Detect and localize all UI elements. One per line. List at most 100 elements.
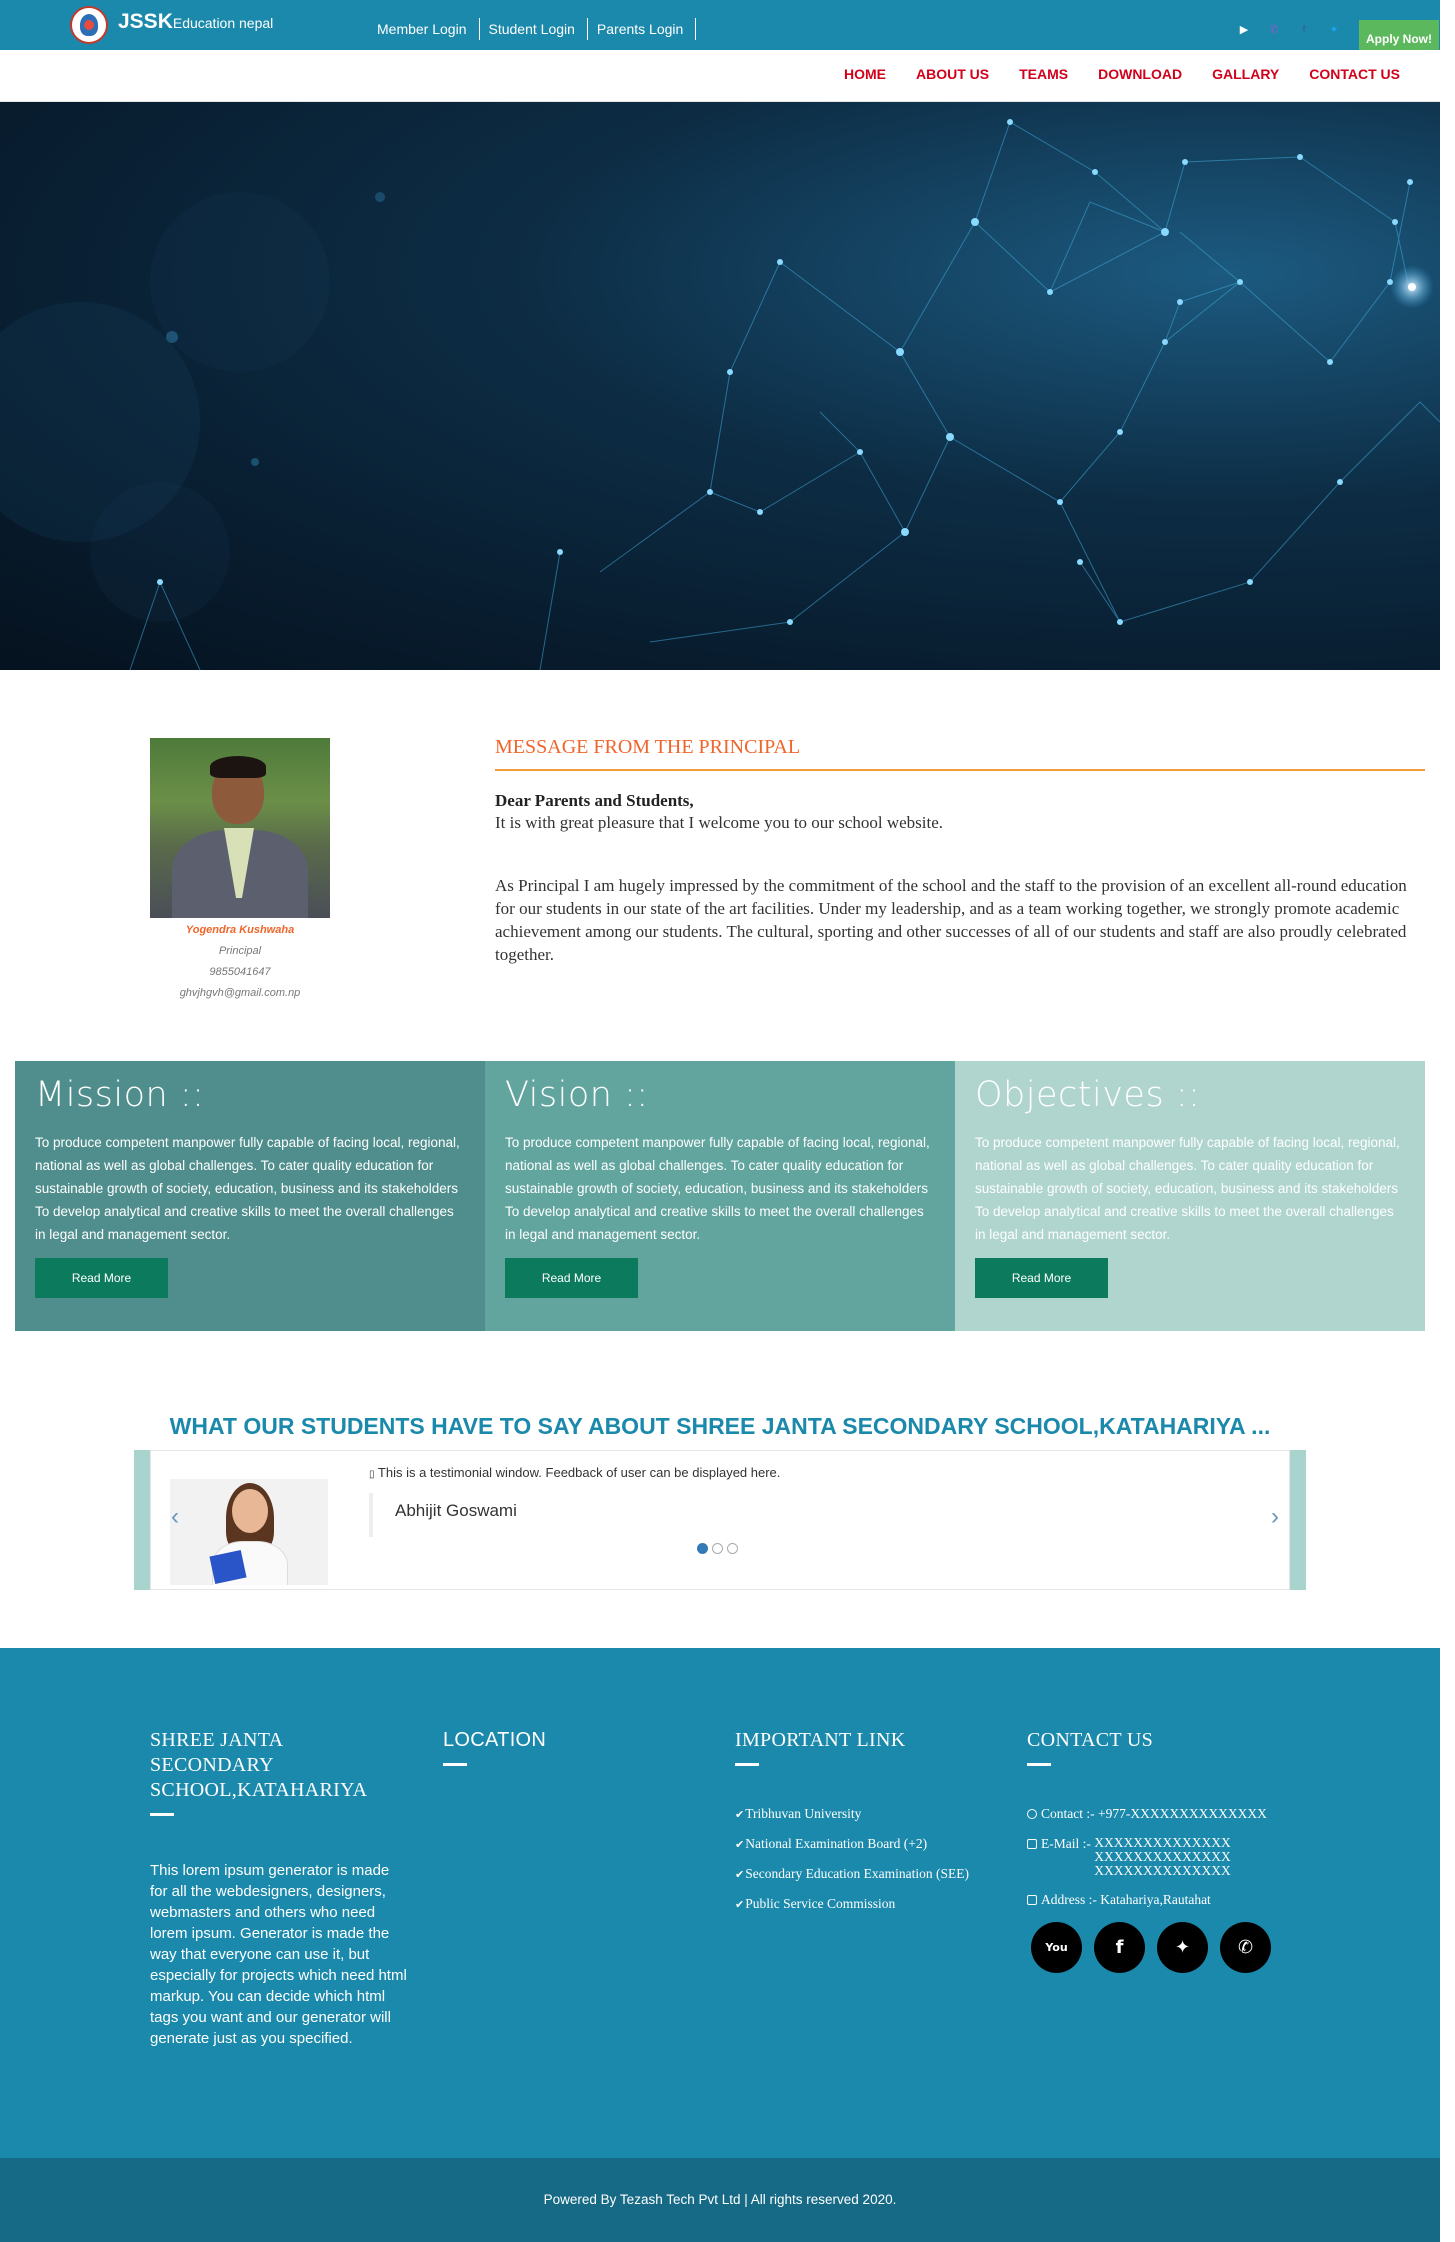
parents-login-link[interactable]: Parents Login (588, 18, 697, 40)
mission-read-more-button[interactable]: Read More (35, 1258, 168, 1298)
principal-message: MESSAGE FROM THE PRINCIPAL Dear Parents … (495, 736, 1425, 966)
carousel-prev-icon[interactable]: ‹ (171, 1503, 179, 1531)
carousel-dot[interactable] (727, 1543, 738, 1554)
check-icon: ✔ (735, 1838, 745, 1851)
principal-phone: 9855041647 (209, 966, 271, 978)
viber-icon[interactable]: ✆ (1266, 22, 1282, 38)
message-line-1: It is with great pleasure that I welcome… (495, 813, 944, 832)
message-line-2: As Principal I am hugely impressed by th… (495, 876, 1407, 964)
link-label: Tribhuvan University (745, 1806, 862, 1821)
footer-about: SHREE JANTA SECONDARY SCHOOL,KATAHARIYA … (150, 1728, 410, 2049)
principal-card: Yogendra Kushwaha Principal 9855041647 g… (150, 738, 330, 999)
link-label: Secondary Education Examination (SEE) (745, 1866, 970, 1881)
footer-contact: CONTACT US Contact :- +977-XXXXXXXXXXXXX… (1027, 1728, 1327, 1973)
testimonial-quote-text: This is a testimonial window. Feedback o… (377, 1465, 781, 1480)
whatsapp-small-icon (1027, 1809, 1037, 1819)
principal-email: ghvjhgvh@gmail.com.np (179, 987, 301, 999)
student-login-link[interactable]: Student Login (480, 18, 588, 40)
email-list: XXXXXXXXXXXXXX XXXXXXXXXXXXXX XXXXXXXXXX… (1094, 1836, 1231, 1878)
nav-gallary[interactable]: GALLARY (1212, 66, 1279, 82)
link-tribhuvan-university[interactable]: ✔Tribhuvan University (735, 1806, 1015, 1822)
twitter-icon[interactable]: ✦ (1326, 22, 1342, 38)
quote-icon: ▯ (369, 1469, 375, 1480)
link-see[interactable]: ✔Secondary Education Examination (SEE) (735, 1866, 1015, 1882)
network-graphic (0, 119, 1440, 670)
check-icon: ✔ (735, 1898, 745, 1911)
testimonials-title: WHAT OUR STUDENTS HAVE TO SAY ABOUT SHRE… (169, 1413, 1271, 1439)
footer-social-icons: You f ✦ ✆ (1031, 1922, 1327, 1973)
footer-links-title: IMPORTANT LINK (735, 1729, 906, 1751)
mission-text: To produce competent manpower fully capa… (35, 1135, 460, 1242)
objectives-read-more-button[interactable]: Read More (975, 1258, 1108, 1298)
mission-title: Mission :: (35, 1075, 205, 1115)
facebook-icon[interactable]: f (1296, 22, 1312, 38)
footer-about-text: This lorem ipsum generator is made for a… (150, 1862, 407, 2047)
email-value[interactable]: XXXXXXXXXXXXXX (1094, 1850, 1231, 1864)
check-icon: ✔ (735, 1808, 745, 1821)
link-label: National Examination Board (+2) (745, 1836, 928, 1851)
email-value[interactable]: XXXXXXXXXXXXXX (1094, 1836, 1231, 1850)
principal-name: Yogendra Kushwaha (185, 924, 295, 936)
link-psc[interactable]: ✔Public Service Commission (735, 1896, 1015, 1912)
email-label: E-Mail :- (1041, 1836, 1091, 1851)
important-links-list: ✔Tribhuvan University ✔National Examinat… (735, 1806, 1015, 1912)
nav-about-us[interactable]: ABOUT US (916, 66, 989, 82)
main-nav: HOME ABOUT US TEAMS DOWNLOAD GALLARY CON… (0, 50, 1440, 102)
nav-download[interactable]: DOWNLOAD (1098, 66, 1182, 82)
divider (1027, 1763, 1051, 1766)
objectives-box: Objectives :: To produce competent manpo… (955, 1061, 1425, 1331)
objectives-title: Objectives :: (975, 1075, 1201, 1115)
login-links: Member Login Student Login Parents Login (368, 18, 697, 40)
email-icon (1027, 1839, 1037, 1849)
copyright-bar: Powered By Tezash Tech Pvt Ltd | All rig… (0, 2158, 1440, 2242)
principal-role: Principal (218, 945, 262, 957)
footer-links: IMPORTANT LINK ✔Tribhuvan University ✔Na… (735, 1728, 1015, 1926)
hero-banner (0, 102, 1440, 670)
nav-home[interactable]: HOME (844, 66, 886, 82)
top-bar: JSSKEducation nepal Member Login Student… (0, 0, 1440, 50)
brand-sub: Education nepal (172, 15, 274, 31)
student-photo (170, 1479, 328, 1585)
facebook-icon[interactable]: f (1094, 1922, 1145, 1973)
mission-vision-objectives: Mission :: To produce competent manpower… (15, 1061, 1425, 1331)
nav-teams[interactable]: TEAMS (1019, 66, 1068, 82)
contact-phone-text: Contact :- +977-XXXXXXXXXXXXXX (1041, 1806, 1267, 1821)
divider (735, 1763, 759, 1766)
contact-phone: Contact :- +977-XXXXXXXXXXXXXX (1027, 1806, 1327, 1822)
whatsapp-icon[interactable]: ✆ (1220, 1922, 1271, 1973)
principal-photo (150, 738, 330, 918)
brand-main: JSSK (118, 10, 173, 33)
apply-now-button[interactable]: Apply Now! (1359, 20, 1439, 50)
testimonial-author: Abhijit Goswami (369, 1493, 517, 1537)
mission-box: Mission :: To produce competent manpower… (15, 1061, 485, 1331)
divider (443, 1763, 467, 1766)
carousel-dot[interactable] (712, 1543, 723, 1554)
youtube-icon[interactable]: ▶ (1236, 22, 1252, 38)
vision-text: To produce competent manpower fully capa… (505, 1135, 930, 1242)
twitter-icon[interactable]: ✦ (1157, 1922, 1208, 1973)
email-value[interactable]: XXXXXXXXXXXXXX (1094, 1864, 1231, 1878)
divider (150, 1813, 174, 1816)
link-neb[interactable]: ✔National Examination Board (+2) (735, 1836, 1015, 1852)
carousel-next-icon[interactable]: › (1271, 1503, 1279, 1531)
vision-box: Vision :: To produce competent manpower … (485, 1061, 955, 1331)
vision-read-more-button[interactable]: Read More (505, 1258, 638, 1298)
youtube-icon[interactable]: You (1031, 1922, 1082, 1973)
school-logo[interactable] (70, 6, 108, 44)
footer-school-title: SHREE JANTA SECONDARY SCHOOL,KATAHARIYA (150, 1729, 368, 1801)
member-login-link[interactable]: Member Login (368, 18, 480, 40)
contact-info: Contact :- +977-XXXXXXXXXXXXXX E-Mail :-… (1027, 1806, 1327, 1908)
testimonial-carousel: ▯ This is a testimonial window. Feedback… (134, 1450, 1306, 1590)
message-greeting: Dear Parents and Students, (495, 791, 694, 810)
testimonial-quote: ▯ This is a testimonial window. Feedback… (369, 1465, 780, 1480)
contact-email: E-Mail :- XXXXXXXXXXXXXX XXXXXXXXXXXXXX … (1027, 1836, 1327, 1878)
testimonial-card: ▯ This is a testimonial window. Feedback… (150, 1450, 1290, 1590)
carousel-dot[interactable] (697, 1543, 708, 1554)
footer-location: LOCATION (443, 1728, 546, 1766)
brand[interactable]: JSSKEducation nepal (118, 10, 273, 34)
nav-contact-us[interactable]: CONTACT US (1309, 66, 1400, 82)
check-icon: ✔ (735, 1868, 745, 1881)
footer: SHREE JANTA SECONDARY SCHOOL,KATAHARIYA … (0, 1648, 1440, 2158)
footer-contact-title: CONTACT US (1027, 1729, 1154, 1751)
contact-address: Address :- Katahariya,Rautahat (1027, 1892, 1327, 1908)
